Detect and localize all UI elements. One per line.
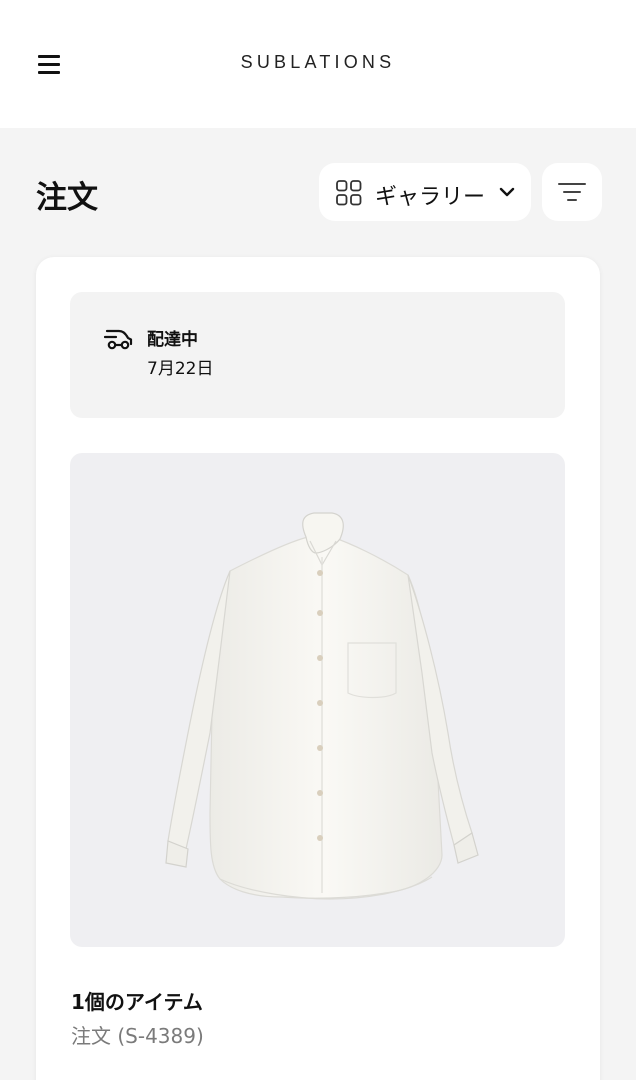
grid-icon bbox=[336, 180, 362, 206]
delivery-truck-icon bbox=[104, 329, 133, 350]
delivery-status: 配達中 7月22日 bbox=[70, 292, 565, 418]
item-count: 1個のアイテム bbox=[71, 990, 203, 1014]
delivery-date: 7月22日 bbox=[147, 359, 214, 379]
product-image[interactable] bbox=[70, 453, 565, 947]
page-title: 注文 bbox=[36, 180, 98, 216]
app-header: SUBLATIONS bbox=[0, 0, 636, 128]
view-mode-dropdown[interactable]: ギャラリー bbox=[319, 163, 531, 221]
order-number: 注文 (S-4389) bbox=[71, 1024, 204, 1048]
filter-icon bbox=[558, 183, 586, 201]
filter-button[interactable] bbox=[542, 163, 602, 221]
view-mode-label: ギャラリー bbox=[375, 185, 486, 210]
chevron-down-icon bbox=[499, 187, 515, 197]
brand-logo[interactable]: SUBLATIONS bbox=[0, 52, 636, 73]
shirt-image bbox=[165, 512, 479, 900]
delivery-status-label: 配達中 bbox=[147, 330, 198, 350]
order-card[interactable]: 配達中 7月22日 1個のアイテム 注文 (S-4389) bbox=[36, 257, 600, 1080]
